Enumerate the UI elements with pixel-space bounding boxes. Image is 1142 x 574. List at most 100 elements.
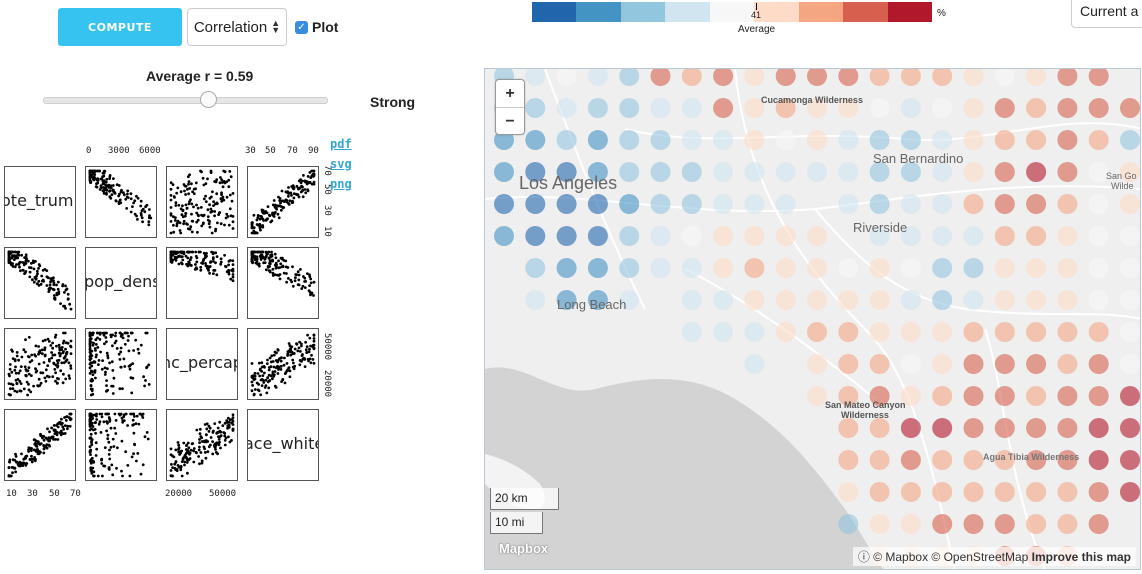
map-data-dot[interactable]	[681, 69, 702, 86]
map-data-dot[interactable]	[838, 354, 859, 374]
map-data-dot[interactable]	[587, 130, 608, 150]
map-data-dot[interactable]	[713, 130, 734, 150]
map-data-dot[interactable]	[494, 162, 514, 182]
map-data-dot[interactable]	[963, 386, 984, 406]
map-data-dot[interactable]	[775, 258, 796, 278]
map-data-dot[interactable]	[838, 69, 859, 86]
map-data-dot[interactable]	[713, 69, 734, 86]
strength-slider-track[interactable]	[43, 97, 328, 104]
map-data-dot[interactable]	[1088, 226, 1109, 246]
map-data-dot[interactable]	[994, 322, 1015, 342]
map-data-dot[interactable]	[1088, 386, 1109, 406]
map-data-dot[interactable]	[681, 130, 702, 150]
map-data-dot[interactable]	[994, 130, 1015, 150]
map-data-dot[interactable]	[838, 130, 859, 150]
map-data-dot[interactable]	[900, 482, 921, 502]
map-data-dot[interactable]	[525, 258, 546, 278]
map-data-dot[interactable]	[994, 354, 1015, 374]
map-data-dot[interactable]	[587, 194, 608, 214]
map-data-dot[interactable]	[619, 194, 640, 214]
map-data-dot[interactable]	[838, 194, 859, 214]
map-data-dot[interactable]	[1026, 386, 1047, 406]
map-data-dot[interactable]	[713, 258, 734, 278]
map-data-dot[interactable]	[650, 226, 671, 246]
map-data-dot[interactable]	[932, 98, 953, 118]
map-data-dot[interactable]	[994, 98, 1015, 118]
map-data-dot[interactable]	[525, 226, 546, 246]
method-select[interactable]: Correlation ▲ ▼	[187, 8, 287, 46]
map-data-dot[interactable]	[1057, 69, 1078, 86]
map-data-dot[interactable]	[869, 482, 890, 502]
map-data-dot[interactable]	[619, 130, 640, 150]
map-data-dot[interactable]	[994, 482, 1015, 502]
map-data-dot[interactable]	[963, 69, 984, 86]
map-data-dot[interactable]	[838, 514, 859, 534]
map-data-dot[interactable]	[869, 354, 890, 374]
map-data-dot[interactable]	[1088, 130, 1109, 150]
map-data-dot[interactable]	[932, 386, 953, 406]
download-png-link[interactable]: png	[330, 177, 352, 191]
map-data-dot[interactable]	[869, 98, 890, 118]
map-data-dot[interactable]	[807, 130, 827, 150]
map-data-dot[interactable]	[1088, 69, 1109, 86]
map-data-dot[interactable]	[1088, 354, 1109, 374]
map-data-dot[interactable]	[1026, 354, 1047, 374]
map[interactable]: Cucamonga Wilderness San Bernardino Los …	[484, 68, 1141, 570]
map-data-dot[interactable]	[807, 162, 827, 182]
map-data-dot[interactable]	[963, 98, 984, 118]
map-data-dot[interactable]	[525, 130, 546, 150]
map-data-dot[interactable]	[744, 194, 765, 214]
map-data-dot[interactable]	[932, 514, 953, 534]
map-data-dot[interactable]	[1057, 322, 1078, 342]
map-data-dot[interactable]	[713, 162, 734, 182]
map-data-dot[interactable]	[838, 258, 859, 278]
map-data-dot[interactable]	[1088, 258, 1109, 278]
map-data-dot[interactable]	[713, 322, 734, 342]
map-data-dot[interactable]	[744, 130, 765, 150]
map-data-dot[interactable]	[650, 98, 671, 118]
map-data-dot[interactable]	[681, 226, 702, 246]
map-data-dot[interactable]	[963, 354, 984, 374]
map-data-dot[interactable]	[1026, 162, 1047, 182]
map-data-dot[interactable]	[994, 418, 1015, 438]
map-data-dot[interactable]	[1088, 482, 1109, 502]
map-data-dot[interactable]	[900, 258, 921, 278]
map-data-dot[interactable]	[1120, 450, 1140, 470]
map-data-dot[interactable]	[619, 98, 640, 118]
plot-checkbox[interactable]: ✓	[295, 21, 308, 34]
map-data-dot[interactable]	[713, 194, 734, 214]
map-data-dot[interactable]	[744, 162, 765, 182]
map-data-dot[interactable]	[807, 322, 827, 342]
map-data-dot[interactable]	[587, 69, 608, 86]
map-data-dot[interactable]	[963, 162, 984, 182]
map-data-dot[interactable]	[1057, 162, 1078, 182]
map-data-dot[interactable]	[525, 69, 546, 86]
map-data-dot[interactable]	[900, 322, 921, 342]
map-data-dot[interactable]	[1026, 482, 1047, 502]
map-data-dot[interactable]	[900, 514, 921, 534]
map-data-dot[interactable]	[900, 450, 921, 470]
map-data-dot[interactable]	[932, 418, 953, 438]
map-data-dot[interactable]	[681, 194, 702, 214]
map-data-dot[interactable]	[807, 354, 827, 374]
map-data-dot[interactable]	[994, 290, 1015, 310]
map-data-dot[interactable]	[1057, 514, 1078, 534]
map-data-dot[interactable]	[650, 162, 671, 182]
map-data-dot[interactable]	[1088, 418, 1109, 438]
map-data-dot[interactable]	[900, 290, 921, 310]
map-data-dot[interactable]	[932, 226, 953, 246]
map-data-dot[interactable]	[869, 194, 890, 214]
map-data-dot[interactable]	[963, 514, 984, 534]
map-data-dot[interactable]	[1120, 322, 1140, 342]
map-data-dot[interactable]	[963, 258, 984, 278]
map-data-dot[interactable]	[713, 226, 734, 246]
map-data-dot[interactable]	[838, 162, 859, 182]
map-data-dot[interactable]	[525, 290, 546, 310]
map-data-dot[interactable]	[900, 354, 921, 374]
map-data-dot[interactable]	[932, 130, 953, 150]
map-data-dot[interactable]	[619, 162, 640, 182]
map-data-dot[interactable]	[869, 258, 890, 278]
map-data-dot[interactable]	[1026, 258, 1047, 278]
map-data-dot[interactable]	[900, 194, 921, 214]
map-data-dot[interactable]	[775, 322, 796, 342]
